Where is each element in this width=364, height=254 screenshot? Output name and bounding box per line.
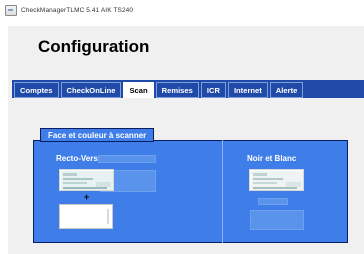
panel-divider xyxy=(222,140,223,243)
recto-verso-label: Recto-Verso xyxy=(56,154,103,163)
verso-image-slot[interactable] xyxy=(59,204,113,229)
tab-icr[interactable]: ICR xyxy=(200,82,226,98)
disabled-option-2 xyxy=(258,198,288,205)
disabled-option xyxy=(98,155,156,163)
tab-scan[interactable]: Scan xyxy=(123,82,154,98)
tab-remises[interactable]: Remises xyxy=(155,82,199,98)
window-title: CheckManagerTLMC 5.41 AIK TS240 xyxy=(21,6,134,14)
tab-checkonline[interactable]: CheckOnLine xyxy=(60,82,122,98)
disabled-option-box-2 xyxy=(250,210,304,230)
tab-alerte[interactable]: Alerte xyxy=(269,82,304,98)
cheque-image-recto-verso[interactable] xyxy=(59,169,114,191)
cheque-image-noir-blanc[interactable] xyxy=(249,169,304,191)
page-title: Configuration xyxy=(38,37,150,56)
tab-comptes[interactable]: Comptes xyxy=(14,82,59,98)
app-window-icon xyxy=(5,4,17,16)
window-titlebar: CheckManagerTLMC 5.41 AIK TS240 xyxy=(0,0,364,20)
noir-blanc-label: Noir et Blanc xyxy=(247,154,297,163)
verso-slot-scrollbar xyxy=(107,209,109,224)
plus-label: + xyxy=(84,192,90,202)
tab-internet[interactable]: Internet xyxy=(227,82,268,98)
scan-group-label: Face et couleur à scanner xyxy=(40,128,155,142)
config-tab-bar: Comptes CheckOnLine Scan Remises ICR Int… xyxy=(12,80,364,98)
